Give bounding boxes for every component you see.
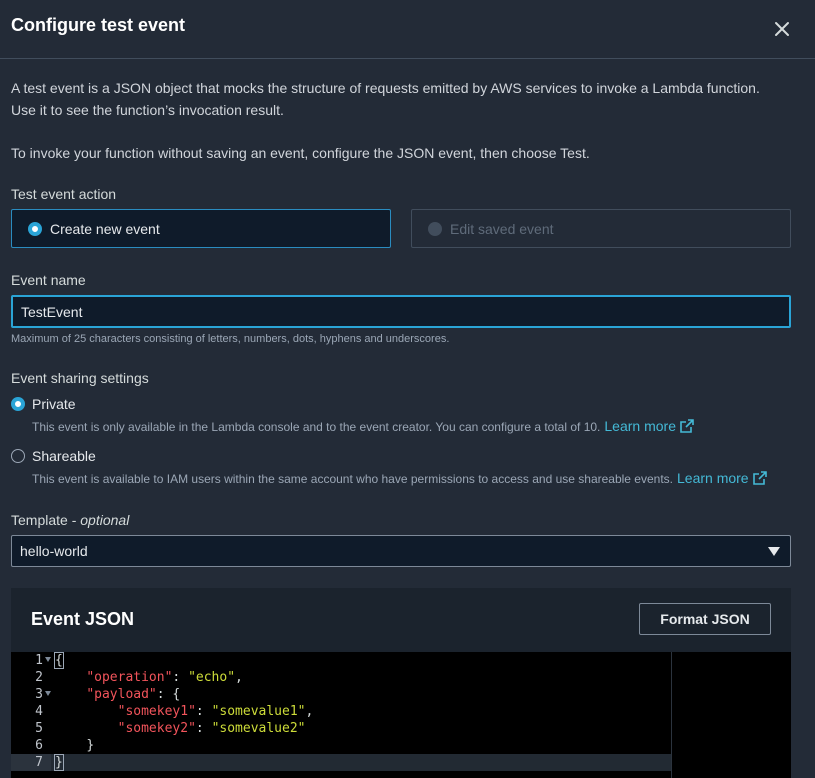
json-editor[interactable]: 1 2 3 4 5 6 7 { "operation": "echo", "pa… <box>11 652 791 778</box>
event-name-input[interactable] <box>11 295 791 328</box>
create-new-event-label: Create new event <box>50 221 160 237</box>
line-number: 3 <box>35 687 43 702</box>
edit-saved-event-radio <box>428 222 442 236</box>
line-number: 6 <box>35 738 43 753</box>
private-radio[interactable] <box>11 397 25 411</box>
line-number: 1 <box>35 653 43 668</box>
shareable-description: This event is available to IAM users wit… <box>32 470 767 486</box>
json-punct: : { <box>156 687 181 702</box>
json-brace: } <box>86 738 95 753</box>
json-punct: , <box>235 670 243 685</box>
event-json-title: Event JSON <box>31 609 135 629</box>
json-key: "somekey2" <box>117 721 196 736</box>
external-link-icon <box>680 419 694 433</box>
json-string: "echo" <box>188 670 236 685</box>
shareable-learn-more-text: Learn more <box>677 470 749 486</box>
external-link-icon <box>752 471 767 485</box>
print-margin <box>671 652 672 778</box>
active-line-highlight <box>51 754 671 771</box>
template-label: Template - optional <box>11 512 129 528</box>
json-brace: } <box>54 754 64 771</box>
line-number: 2 <box>35 670 43 685</box>
code-line: "operation": "echo", <box>55 669 243 686</box>
template-label-text: Template <box>11 512 68 528</box>
fold-arrow-icon[interactable] <box>45 691 51 696</box>
code-line: "payload": { <box>55 686 180 703</box>
event-sharing-label: Event sharing settings <box>11 370 149 386</box>
json-key: "operation" <box>86 670 173 685</box>
close-button[interactable] <box>768 15 796 43</box>
private-description: This event is only available in the Lamb… <box>32 418 694 434</box>
code-line: { <box>54 652 64 669</box>
event-name-label: Event name <box>11 272 86 288</box>
dialog-header: Configure test event <box>0 0 815 59</box>
edit-saved-event-label: Edit saved event <box>450 221 554 237</box>
code-line: "somekey1": "somevalue1", <box>55 703 314 720</box>
json-string: "somevalue1" <box>211 704 306 719</box>
line-number: 5 <box>35 721 43 736</box>
template-select-value: hello-world <box>20 543 88 559</box>
dialog-title: Configure test event <box>11 15 186 35</box>
shareable-label: Shareable <box>32 448 96 464</box>
json-punct: , <box>305 704 314 719</box>
line-number: 7 <box>35 755 43 770</box>
code-line: } <box>54 754 64 771</box>
intro-text-line-1: A test event is a JSON object that mocks… <box>11 80 760 96</box>
json-brace: { <box>54 652 64 669</box>
intro-text-line-2: Use it to see the function’s invocation … <box>11 102 284 118</box>
json-string: "somevalue2" <box>211 721 306 736</box>
code-line: "somekey2": "somevalue2" <box>55 720 306 737</box>
line-number: 4 <box>35 704 43 719</box>
create-new-event-radio[interactable] <box>28 222 42 236</box>
json-punct: : <box>195 704 212 719</box>
private-label: Private <box>32 396 76 412</box>
fold-arrow-icon[interactable] <box>45 657 51 662</box>
event-json-panel: Event JSON Format JSON 1 2 3 4 5 6 7 { "… <box>11 588 791 778</box>
code-line: } <box>55 737 94 754</box>
shareable-learn-more-link[interactable]: Learn more <box>677 470 767 486</box>
json-key: "payload" <box>86 687 157 702</box>
template-label-separator: - <box>67 512 81 528</box>
event-name-hint: Maximum of 25 characters consisting of l… <box>11 333 450 345</box>
template-select[interactable]: hello-world <box>11 535 791 567</box>
intro-text-line-3: To invoke your function without saving a… <box>11 145 590 161</box>
create-new-event-tile[interactable]: Create new event <box>11 209 391 248</box>
shareable-description-text: This event is available to IAM users wit… <box>32 472 673 486</box>
json-punct: : <box>195 721 212 736</box>
json-punct: : <box>172 670 189 685</box>
close-icon <box>775 22 789 36</box>
template-optional-text: optional <box>80 512 130 528</box>
caret-down-icon <box>768 547 780 556</box>
private-learn-more-text: Learn more <box>604 418 676 434</box>
shareable-radio[interactable] <box>11 449 25 463</box>
private-description-text: This event is only available in the Lamb… <box>32 420 601 434</box>
private-learn-more-link[interactable]: Learn more <box>604 418 694 434</box>
test-event-action-label: Test event action <box>11 186 117 202</box>
format-json-button[interactable]: Format JSON <box>639 603 771 635</box>
edit-saved-event-tile: Edit saved event <box>411 209 791 248</box>
json-key: "somekey1" <box>117 704 196 719</box>
